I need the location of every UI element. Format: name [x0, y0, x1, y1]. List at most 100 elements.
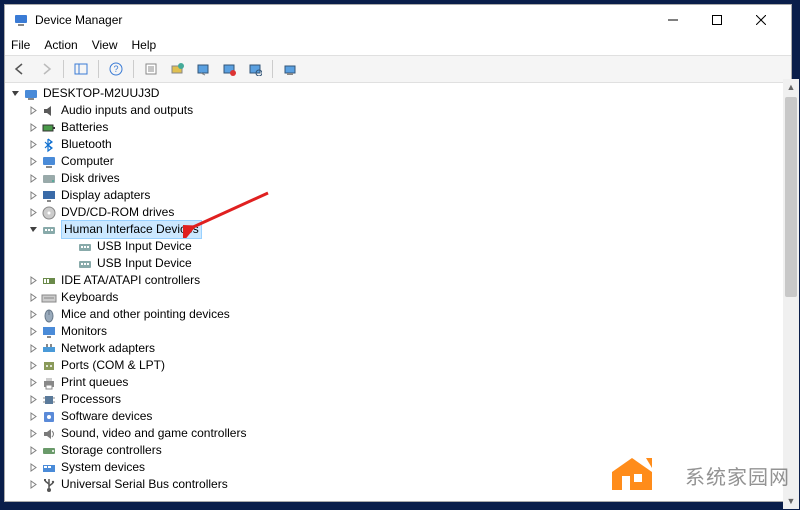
menu-action[interactable]: Action	[44, 38, 77, 52]
menu-file[interactable]: File	[11, 38, 30, 52]
expand-icon	[27, 156, 39, 168]
expand-icon	[27, 445, 39, 457]
watermark-logo	[604, 450, 660, 500]
tree-node-label: Monitors	[61, 323, 107, 340]
tree-node[interactable]: Mice and other pointing devices	[9, 306, 787, 323]
tree-node[interactable]: Audio inputs and outputs	[9, 102, 787, 119]
printer-icon	[41, 375, 57, 391]
tree-node-label: USB Input Device	[97, 255, 192, 272]
tree-node[interactable]: Processors	[9, 391, 787, 408]
tree-node-label: Sound, video and game controllers	[61, 425, 246, 442]
tree-node[interactable]: Bluetooth	[9, 136, 787, 153]
device-manager-window: Device Manager File Action View Help ? D…	[4, 4, 792, 502]
cpu-icon	[41, 392, 57, 408]
forward-button[interactable]	[35, 58, 57, 80]
audio-icon	[41, 103, 57, 119]
tree-node-label: Universal Serial Bus controllers	[61, 476, 228, 493]
tree-node[interactable]: Batteries	[9, 119, 787, 136]
expand-icon	[27, 292, 39, 304]
tree-node[interactable]: Keyboards	[9, 289, 787, 306]
scroll-down-icon[interactable]: ▼	[783, 493, 799, 509]
tree-node-label: Storage controllers	[61, 442, 162, 459]
maximize-button[interactable]	[695, 5, 739, 35]
tree-node-label: Ports (COM & LPT)	[61, 357, 165, 374]
tree-node-label: Disk drives	[61, 170, 120, 187]
expand-icon	[27, 190, 39, 202]
tree-node[interactable]: DESKTOP-M2UUJ3D	[9, 85, 787, 102]
tree-node[interactable]: System devices	[9, 459, 787, 476]
tree-node[interactable]: Human Interface Devices	[9, 221, 787, 238]
scroll-up-icon[interactable]: ▲	[783, 79, 799, 95]
tree-node[interactable]: Monitors	[9, 323, 787, 340]
toolbar: ?	[5, 55, 791, 83]
menubar: File Action View Help	[5, 35, 791, 55]
battery-icon	[41, 120, 57, 136]
tree-node-label: System devices	[61, 459, 145, 476]
tree-node[interactable]: Disk drives	[9, 170, 787, 187]
expand-icon	[27, 411, 39, 423]
tree-node[interactable]: Display adapters	[9, 187, 787, 204]
disable-button[interactable]	[218, 58, 240, 80]
bluetooth-icon	[41, 137, 57, 153]
tree-node[interactable]: Universal Serial Bus controllers	[9, 476, 787, 493]
computer-icon	[41, 154, 57, 170]
tree-node[interactable]: DVD/CD-ROM drives	[9, 204, 787, 221]
tree-node-label: Display adapters	[61, 187, 150, 204]
add-legacy-button[interactable]	[279, 58, 301, 80]
tree-node-label: Print queues	[61, 374, 128, 391]
ide-icon	[41, 273, 57, 289]
properties-button[interactable]	[140, 58, 162, 80]
scrollbar-thumb[interactable]	[785, 97, 797, 297]
expand-icon	[27, 105, 39, 117]
help-button[interactable]: ?	[105, 58, 127, 80]
hid-icon	[77, 239, 93, 255]
tree-node[interactable]: Ports (COM & LPT)	[9, 357, 787, 374]
uninstall-button[interactable]	[192, 58, 214, 80]
show-hide-tree-button[interactable]	[70, 58, 92, 80]
watermark-text: 系统家园网	[685, 461, 790, 490]
tree-node-label: Mice and other pointing devices	[61, 306, 230, 323]
device-tree-pane[interactable]: DESKTOP-M2UUJ3DAudio inputs and outputsB…	[5, 83, 791, 501]
tree-node[interactable]: USB Input Device	[9, 238, 787, 255]
vertical-scrollbar[interactable]: ▲ ▼	[783, 79, 799, 509]
titlebar[interactable]: Device Manager	[5, 5, 791, 35]
tree-node-label: Batteries	[61, 119, 108, 136]
tree-node[interactable]: USB Input Device	[9, 255, 787, 272]
window-title: Device Manager	[35, 13, 651, 27]
separator	[272, 60, 273, 78]
minimize-button[interactable]	[651, 5, 695, 35]
collapse-icon	[27, 224, 39, 236]
tree-node-label: Bluetooth	[61, 136, 112, 153]
tree-node-label: Network adapters	[61, 340, 155, 357]
expand-icon	[27, 394, 39, 406]
back-button[interactable]	[9, 58, 31, 80]
menu-view[interactable]: View	[92, 38, 118, 52]
menu-help[interactable]: Help	[132, 38, 157, 52]
tree-node-label: DVD/CD-ROM drives	[61, 204, 174, 221]
tree-node[interactable]: Computer	[9, 153, 787, 170]
expand-icon	[27, 309, 39, 321]
tree-node[interactable]: Storage controllers	[9, 442, 787, 459]
spacer	[63, 258, 75, 270]
update-driver-button[interactable]	[166, 58, 188, 80]
tree-node[interactable]: Network adapters	[9, 340, 787, 357]
sound-icon	[41, 426, 57, 442]
tree-node[interactable]: Sound, video and game controllers	[9, 425, 787, 442]
expand-icon	[27, 462, 39, 474]
tree-node-label: USB Input Device	[97, 238, 192, 255]
scan-hardware-button[interactable]	[244, 58, 266, 80]
tree-node-label: Software devices	[61, 408, 152, 425]
disk-icon	[41, 171, 57, 187]
expand-icon	[27, 139, 39, 151]
tree-node-label: Processors	[61, 391, 121, 408]
expand-icon	[27, 360, 39, 372]
separator	[98, 60, 99, 78]
ports-icon	[41, 358, 57, 374]
tree-node[interactable]: IDE ATA/ATAPI controllers	[9, 272, 787, 289]
monitor-icon	[41, 324, 57, 340]
tree-node[interactable]: Print queues	[9, 374, 787, 391]
close-button[interactable]	[739, 5, 783, 35]
expand-icon	[27, 207, 39, 219]
tree-node[interactable]: Software devices	[9, 408, 787, 425]
root-icon	[23, 86, 39, 102]
